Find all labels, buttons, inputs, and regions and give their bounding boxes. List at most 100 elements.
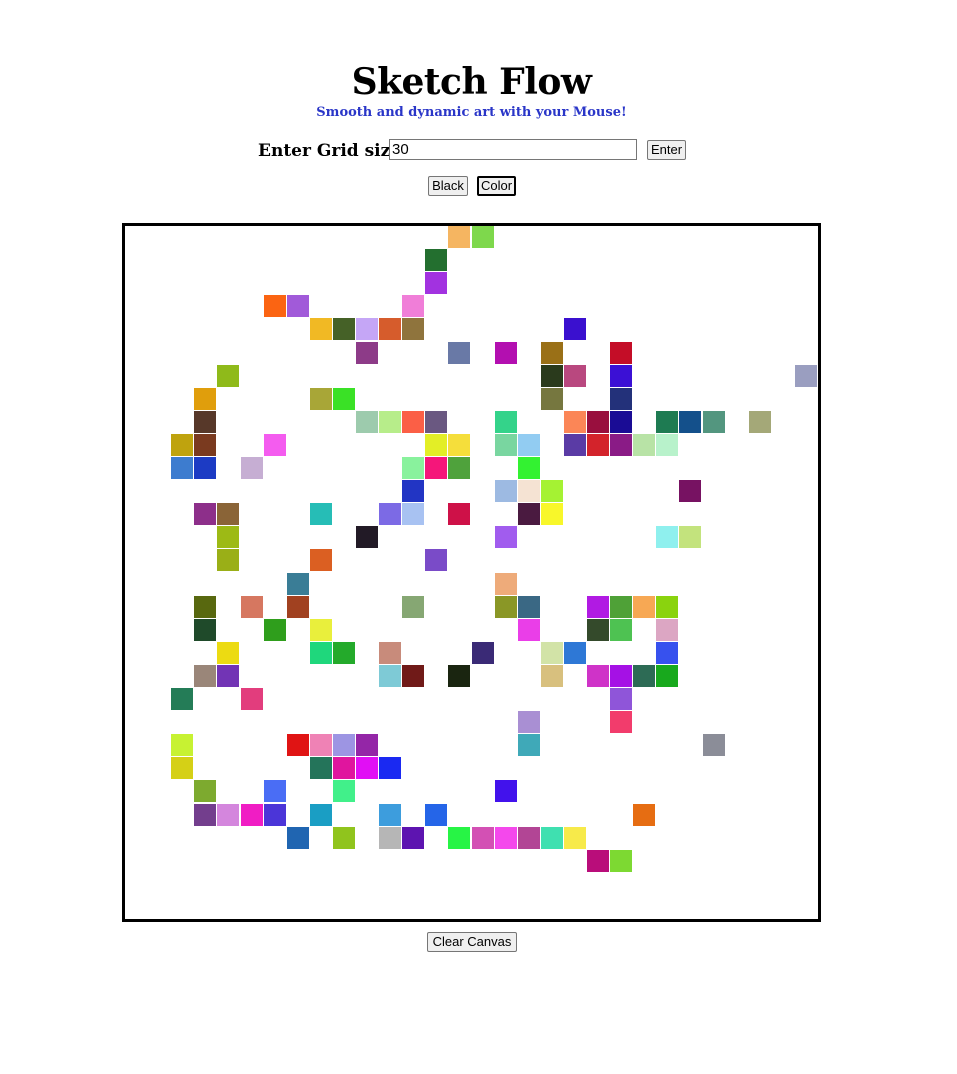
canvas-cell[interactable] xyxy=(332,734,355,757)
canvas-cell[interactable] xyxy=(402,595,425,618)
canvas-cell[interactable] xyxy=(194,503,217,526)
canvas-cell[interactable] xyxy=(610,618,633,641)
canvas-cell[interactable] xyxy=(263,803,286,826)
canvas-cell[interactable] xyxy=(402,503,425,526)
canvas-cell[interactable] xyxy=(494,826,517,849)
canvas-cell[interactable] xyxy=(263,295,286,318)
canvas-cell[interactable] xyxy=(540,641,563,664)
canvas-cell[interactable] xyxy=(587,849,610,872)
canvas-cell[interactable] xyxy=(240,595,263,618)
canvas-cell[interactable] xyxy=(240,688,263,711)
canvas-cell[interactable] xyxy=(656,433,679,456)
canvas-cell[interactable] xyxy=(309,641,332,664)
canvas-cell[interactable] xyxy=(587,595,610,618)
canvas-cell[interactable] xyxy=(656,595,679,618)
canvas-cell[interactable] xyxy=(517,457,540,480)
canvas-cell[interactable] xyxy=(494,526,517,549)
canvas-cell[interactable] xyxy=(379,410,402,433)
canvas-cell[interactable] xyxy=(471,226,494,249)
canvas-cell[interactable] xyxy=(540,364,563,387)
canvas-cell[interactable] xyxy=(610,849,633,872)
canvas-cell[interactable] xyxy=(356,341,379,364)
canvas-cell[interactable] xyxy=(286,572,309,595)
canvas-cell[interactable] xyxy=(402,826,425,849)
canvas-cell[interactable] xyxy=(425,457,448,480)
canvas-cell[interactable] xyxy=(610,433,633,456)
canvas-cell[interactable] xyxy=(610,387,633,410)
canvas-cell[interactable] xyxy=(356,410,379,433)
canvas-cell[interactable] xyxy=(263,433,286,456)
canvas-cell[interactable] xyxy=(332,641,355,664)
canvas-cell[interactable] xyxy=(309,318,332,341)
canvas-cell[interactable] xyxy=(171,757,194,780)
canvas-cell[interactable] xyxy=(587,410,610,433)
canvas-cell[interactable] xyxy=(332,826,355,849)
canvas-cell[interactable] xyxy=(309,803,332,826)
canvas-cell[interactable] xyxy=(610,664,633,687)
canvas-cell[interactable] xyxy=(402,664,425,687)
canvas-cell[interactable] xyxy=(217,364,240,387)
enter-button[interactable]: Enter xyxy=(647,140,686,160)
canvas-cell[interactable] xyxy=(563,826,586,849)
canvas-cell[interactable] xyxy=(540,503,563,526)
canvas-cell[interactable] xyxy=(540,387,563,410)
canvas-cell[interactable] xyxy=(194,780,217,803)
canvas-cell[interactable] xyxy=(379,803,402,826)
canvas-cell[interactable] xyxy=(171,734,194,757)
canvas-cell[interactable] xyxy=(587,664,610,687)
canvas-cell[interactable] xyxy=(540,664,563,687)
canvas-cell[interactable] xyxy=(217,526,240,549)
canvas-cell[interactable] xyxy=(563,364,586,387)
canvas-cell[interactable] xyxy=(194,595,217,618)
canvas-cell[interactable] xyxy=(217,803,240,826)
canvas-cell[interactable] xyxy=(402,318,425,341)
canvas-cell[interactable] xyxy=(286,595,309,618)
color-mode-button[interactable]: Color xyxy=(477,176,516,196)
canvas-cell[interactable] xyxy=(379,503,402,526)
canvas-cell[interactable] xyxy=(517,480,540,503)
canvas-cell[interactable] xyxy=(633,664,656,687)
canvas-cell[interactable] xyxy=(633,595,656,618)
canvas-cell[interactable] xyxy=(425,549,448,572)
canvas-cell[interactable] xyxy=(610,364,633,387)
canvas-cell[interactable] xyxy=(217,503,240,526)
canvas-cell[interactable] xyxy=(517,595,540,618)
canvas-cell[interactable] xyxy=(240,803,263,826)
canvas-cell[interactable] xyxy=(356,526,379,549)
canvas-cell[interactable] xyxy=(194,618,217,641)
canvas-cell[interactable] xyxy=(379,318,402,341)
canvas-cell[interactable] xyxy=(194,433,217,456)
canvas-cell[interactable] xyxy=(309,757,332,780)
canvas-cell[interactable] xyxy=(563,433,586,456)
canvas-cell[interactable] xyxy=(448,433,471,456)
canvas-cell[interactable] xyxy=(171,433,194,456)
sketch-canvas[interactable] xyxy=(122,223,821,922)
canvas-cell[interactable] xyxy=(517,433,540,456)
canvas-cell[interactable] xyxy=(517,826,540,849)
canvas-cell[interactable] xyxy=(679,410,702,433)
canvas-cell[interactable] xyxy=(656,664,679,687)
canvas-cell[interactable] xyxy=(194,457,217,480)
canvas-cell[interactable] xyxy=(171,457,194,480)
canvas-cell[interactable] xyxy=(610,688,633,711)
canvas-cell[interactable] xyxy=(402,410,425,433)
canvas-cell[interactable] xyxy=(402,457,425,480)
canvas-cell[interactable] xyxy=(356,734,379,757)
clear-canvas-button[interactable]: Clear Canvas xyxy=(427,932,517,952)
canvas-cell[interactable] xyxy=(494,595,517,618)
canvas-cell[interactable] xyxy=(217,549,240,572)
canvas-cell[interactable] xyxy=(309,734,332,757)
canvas-cell[interactable] xyxy=(494,572,517,595)
canvas-cell[interactable] xyxy=(379,664,402,687)
canvas-cell[interactable] xyxy=(286,826,309,849)
canvas-cell[interactable] xyxy=(402,295,425,318)
canvas-cell[interactable] xyxy=(171,688,194,711)
canvas-cell[interactable] xyxy=(702,410,725,433)
canvas-cell[interactable] xyxy=(448,226,471,249)
canvas-cell[interactable] xyxy=(194,410,217,433)
canvas-cell[interactable] xyxy=(332,780,355,803)
canvas-cell[interactable] xyxy=(610,410,633,433)
canvas-cell[interactable] xyxy=(217,641,240,664)
canvas-cell[interactable] xyxy=(494,341,517,364)
black-mode-button[interactable]: Black xyxy=(428,176,468,196)
